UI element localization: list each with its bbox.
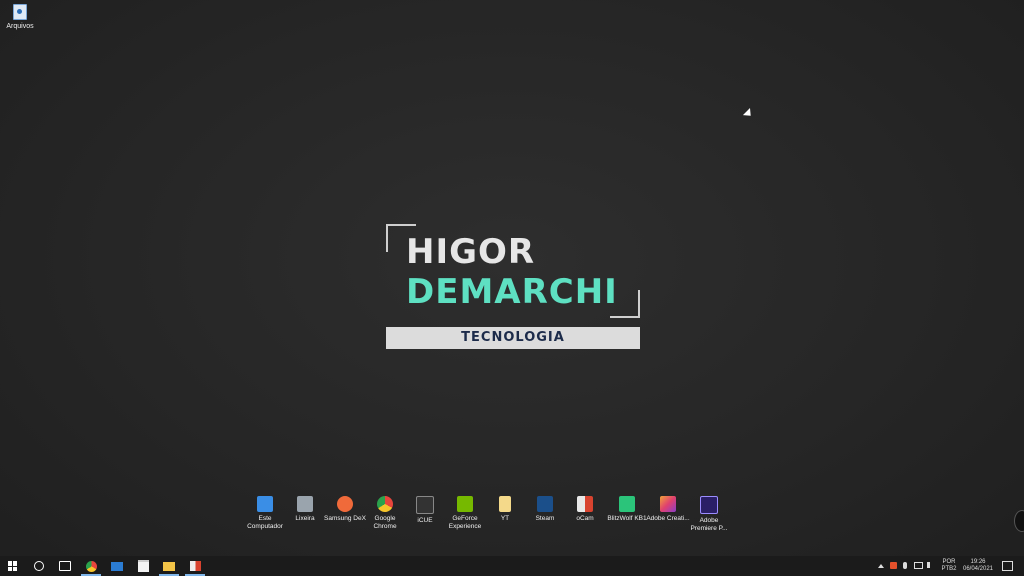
desktop-icon-label: Lixeira bbox=[295, 515, 315, 522]
notification-center-icon[interactable] bbox=[1002, 561, 1013, 571]
clock-date: 06/04/2021 bbox=[962, 566, 994, 572]
volume-icon[interactable] bbox=[927, 562, 934, 568]
side-panel-handle[interactable] bbox=[1014, 510, 1024, 532]
desktop-icon-label: Adobe Premiere P... bbox=[690, 517, 728, 532]
logo-tagline: TECNOLOGIA bbox=[386, 327, 640, 349]
desktop-icon-samsung-dex[interactable]: Samsung DeX bbox=[323, 496, 367, 523]
desktop-icon-adobe-creative-cloud[interactable]: Adobe Creati... bbox=[646, 496, 690, 523]
desktop-icon-geforce-experience[interactable]: GeForce Experience bbox=[443, 496, 487, 530]
desktop-icon-icue[interactable]: iCUE bbox=[403, 496, 447, 525]
desktop-icon-label: Adobe Creati... bbox=[646, 515, 690, 522]
desktop-icon-label: oCam bbox=[576, 515, 594, 522]
desktop-icon-ocam[interactable]: oCam bbox=[563, 496, 607, 523]
samsung-dex-icon bbox=[337, 496, 353, 512]
start-button[interactable] bbox=[0, 556, 26, 576]
taskbar-store[interactable] bbox=[130, 556, 156, 576]
desktop-icon-label: Google Chrome bbox=[373, 515, 397, 530]
windows-icon bbox=[8, 561, 18, 571]
desktop-icon-este-computador[interactable]: Este Computador bbox=[243, 496, 287, 530]
taskbar-mail[interactable] bbox=[104, 556, 130, 576]
desktop-icon-label: Arquivos bbox=[6, 23, 34, 30]
desktop-icon-row: Este Computador Lixeira Samsung DeX Goog… bbox=[243, 496, 743, 536]
folder-icon bbox=[163, 561, 175, 571]
desktop-icon-adobe-premiere[interactable]: Adobe Premiere P... bbox=[687, 496, 731, 532]
taskbar-chrome[interactable] bbox=[78, 556, 104, 576]
taskbar-ocam[interactable] bbox=[182, 556, 208, 576]
desktop-icon-steam[interactable]: Steam bbox=[523, 496, 567, 523]
wallpaper-logo: HIGOR DEMARCHI TECNOLOGIA bbox=[384, 222, 644, 352]
adobe-cc-icon bbox=[660, 496, 676, 512]
recycle-bin-icon bbox=[297, 496, 313, 512]
ocam-icon bbox=[189, 561, 201, 571]
computer-icon bbox=[257, 496, 273, 512]
desktop-icon-blitzwolf-kb1[interactable]: BlitzWolf KB1 bbox=[605, 496, 649, 523]
desktop-icon-label: Steam bbox=[535, 515, 555, 522]
clock[interactable]: 19:26 06/04/2021 bbox=[960, 559, 996, 573]
store-icon bbox=[137, 560, 149, 572]
ocam-icon bbox=[577, 496, 593, 512]
chrome-icon bbox=[85, 560, 97, 572]
language-code: POR bbox=[942, 559, 956, 565]
task-view-icon bbox=[59, 561, 71, 571]
desktop-icon-label: GeForce Experience bbox=[448, 515, 482, 530]
microphone-icon[interactable] bbox=[903, 562, 907, 569]
clock-time: 19:26 bbox=[970, 559, 986, 565]
desktop-icon-label: Samsung DeX bbox=[324, 515, 366, 522]
file-icon bbox=[499, 496, 511, 512]
task-view-button[interactable] bbox=[52, 556, 78, 576]
keyboard-layout: PTB2 bbox=[941, 566, 957, 572]
desktop-icon-label: BlitzWolf KB1 bbox=[607, 515, 647, 522]
blitzwolf-icon bbox=[619, 496, 635, 512]
icue-icon bbox=[416, 496, 434, 514]
mail-icon bbox=[111, 561, 123, 571]
office-icon[interactable] bbox=[890, 562, 897, 569]
desktop-icon-label: YT bbox=[500, 515, 510, 522]
taskbar: POR PTB2 19:26 06/04/2021 bbox=[0, 556, 1024, 576]
desktop-icon-google-chrome[interactable]: Google Chrome bbox=[363, 496, 407, 530]
logo-line-2: DEMARCHI bbox=[406, 272, 618, 312]
logo-line-1: HIGOR bbox=[406, 232, 536, 272]
desktop-icon-arquivos[interactable]: Arquivos bbox=[4, 4, 36, 31]
chrome-icon bbox=[377, 496, 393, 512]
desktop-icon-lixeira[interactable]: Lixeira bbox=[283, 496, 327, 523]
chevron-up-icon[interactable] bbox=[878, 564, 884, 568]
desktop-icon-label: Este Computador bbox=[247, 515, 283, 530]
geforce-icon bbox=[457, 496, 473, 512]
network-icon[interactable] bbox=[914, 562, 923, 569]
mouse-cursor-icon bbox=[742, 108, 755, 120]
search-button[interactable] bbox=[26, 556, 52, 576]
file-shortcut-icon bbox=[13, 4, 27, 20]
steam-icon bbox=[537, 496, 553, 512]
taskbar-file-explorer[interactable] bbox=[156, 556, 182, 576]
language-indicator[interactable]: POR PTB2 bbox=[938, 559, 960, 573]
premiere-icon bbox=[700, 496, 718, 514]
desktop-icon-yt[interactable]: YT bbox=[483, 496, 527, 523]
cortana-icon bbox=[34, 561, 44, 571]
desktop-icon-label: iCUE bbox=[417, 517, 433, 524]
